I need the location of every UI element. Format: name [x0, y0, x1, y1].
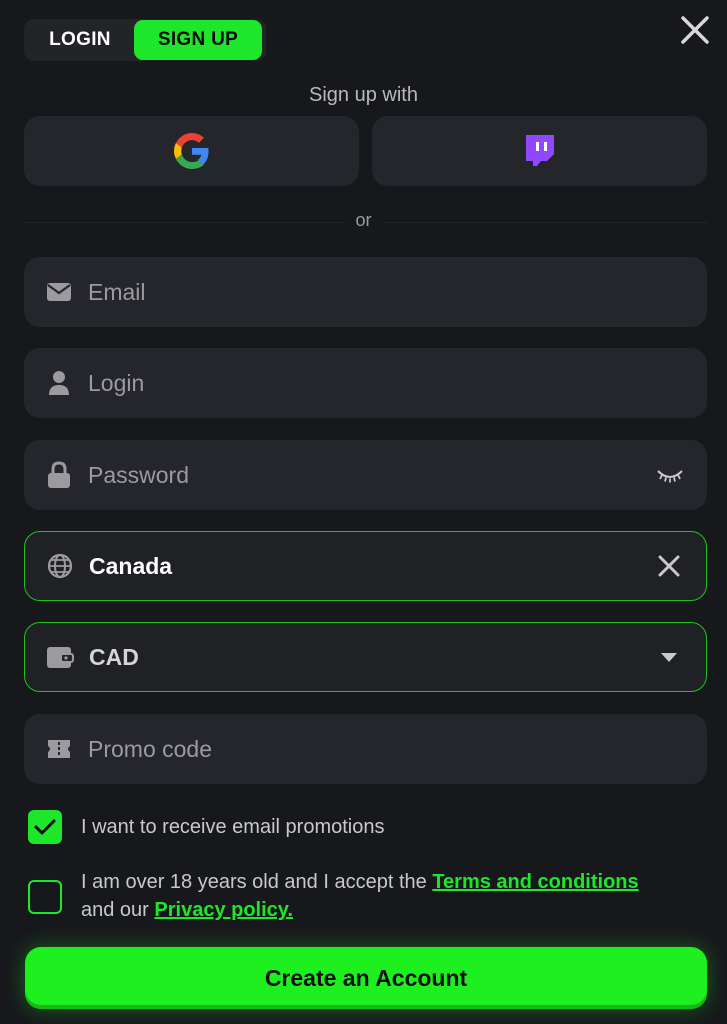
login-placeholder: Login — [88, 369, 145, 396]
toggle-password-button[interactable] — [653, 458, 687, 492]
close-button[interactable] — [675, 10, 715, 50]
google-signup-button[interactable] — [24, 116, 359, 186]
tab-login[interactable]: LOGIN — [26, 20, 134, 60]
twitch-signup-button[interactable] — [372, 116, 707, 186]
terms-checkbox[interactable] — [28, 880, 62, 914]
country-select[interactable]: Canada — [24, 531, 707, 601]
auth-tabs: LOGIN SIGN UP — [24, 19, 266, 61]
currency-value: CAD — [89, 643, 139, 670]
terms-label: I am over 18 years old and I accept the … — [81, 868, 639, 924]
caret-down-icon — [661, 653, 677, 662]
email-promotions-row: I want to receive email promotions — [28, 810, 384, 844]
promo-code-field[interactable]: Promo code — [24, 714, 707, 784]
clear-icon — [658, 555, 680, 577]
password-placeholder: Password — [88, 461, 189, 488]
wallet-icon — [45, 642, 75, 672]
user-icon — [44, 368, 74, 398]
login-field[interactable]: Login — [24, 348, 707, 418]
google-icon — [173, 133, 209, 169]
signup-with-label: Sign up with — [309, 84, 418, 106]
close-icon — [681, 16, 709, 44]
globe-icon — [45, 551, 75, 581]
terms-text-middle: and our — [81, 899, 155, 921]
terms-link[interactable]: Terms and conditions — [432, 871, 638, 893]
currency-dropdown-toggle[interactable] — [652, 640, 686, 674]
twitch-icon — [525, 135, 554, 166]
terms-text-before: I am over 18 years old and I accept the — [81, 871, 433, 893]
clear-country-button[interactable] — [652, 549, 686, 583]
email-placeholder: Email — [88, 278, 146, 305]
promo-placeholder: Promo code — [88, 735, 213, 762]
lock-icon — [44, 460, 74, 490]
envelope-icon — [44, 277, 74, 307]
password-field[interactable]: Password — [24, 440, 707, 510]
email-promotions-label: I want to receive email promotions — [81, 816, 385, 838]
country-value: Canada — [89, 552, 173, 579]
ticket-icon — [44, 734, 74, 764]
eye-closed-icon — [657, 470, 683, 483]
currency-select[interactable]: CAD — [24, 622, 707, 692]
divider-or: or — [0, 210, 727, 231]
create-account-button[interactable]: Create an Account — [25, 947, 707, 1009]
tab-signup[interactable]: SIGN UP — [134, 20, 262, 60]
or-label: or — [343, 210, 384, 230]
privacy-link[interactable]: Privacy policy. — [154, 899, 293, 921]
terms-row: I am over 18 years old and I accept the … — [28, 868, 639, 924]
checkmark-icon — [34, 819, 56, 835]
email-field[interactable]: Email — [24, 257, 707, 327]
email-promotions-checkbox[interactable] — [28, 810, 62, 844]
